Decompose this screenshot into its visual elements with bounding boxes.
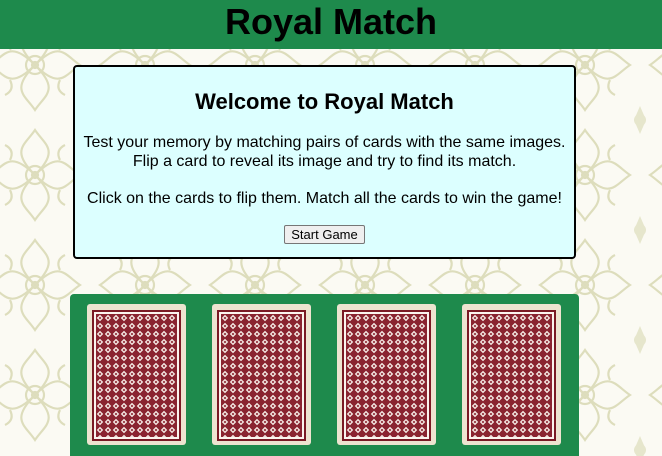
description-line-2: Flip a card to reveal its image and try …: [132, 153, 517, 170]
card-board: [70, 294, 579, 456]
description-line-1: Test your memory by matching pairs of ca…: [83, 134, 566, 151]
card-back-icon: [471, 314, 552, 437]
card-back-icon: [96, 314, 177, 437]
card-back-pattern: [217, 310, 306, 441]
card-back-pattern: [467, 310, 556, 441]
card-4[interactable]: [462, 304, 561, 445]
welcome-panel: Welcome to Royal Match Test your memory …: [73, 65, 576, 259]
card-3[interactable]: [337, 304, 436, 445]
start-game-button[interactable]: Start Game: [284, 225, 365, 244]
welcome-heading: Welcome to Royal Match: [195, 89, 454, 114]
card-1[interactable]: [87, 304, 186, 445]
instructions-text: Click on the cards to flip them. Match a…: [87, 190, 562, 207]
card-back-pattern: [342, 310, 431, 441]
card-back-pattern: [92, 310, 181, 441]
app-header: Royal Match: [0, 0, 662, 49]
card-back-icon: [221, 314, 302, 437]
card-back-icon: [346, 314, 427, 437]
app-title: Royal Match: [224, 1, 438, 42]
card-2[interactable]: [212, 304, 311, 445]
